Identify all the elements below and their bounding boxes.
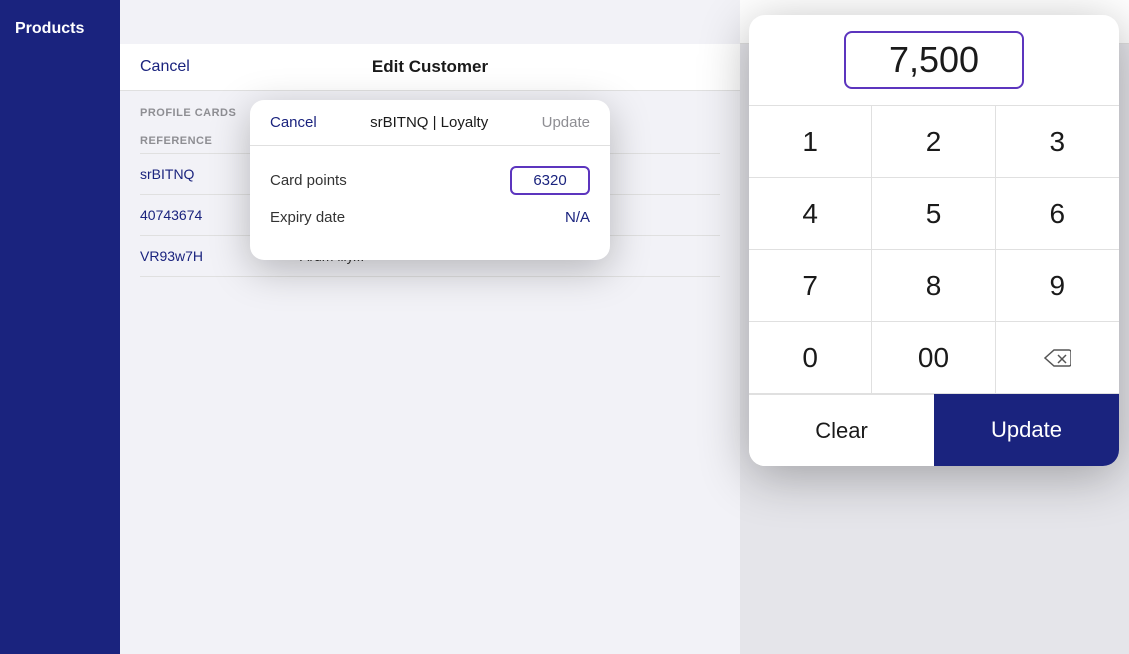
edit-customer-header: Cancel Edit Customer bbox=[120, 44, 740, 91]
numpad: 7,500 1 2 3 4 5 6 7 8 9 0 00 Clear Updat… bbox=[749, 15, 1119, 466]
numpad-current-value: 7,500 bbox=[844, 31, 1024, 89]
numpad-clear-button[interactable]: Clear bbox=[749, 394, 934, 466]
card-points-row: Card points 6320 bbox=[270, 166, 590, 195]
numpad-key-1[interactable]: 1 bbox=[749, 106, 872, 178]
edit-customer-cancel-button[interactable]: Cancel bbox=[140, 58, 190, 76]
numpad-actions: Clear Update bbox=[749, 394, 1119, 466]
loyalty-cancel-button[interactable]: Cancel bbox=[270, 114, 317, 131]
numpad-key-8[interactable]: 8 bbox=[872, 250, 995, 322]
numpad-keys: 1 2 3 4 5 6 7 8 9 0 00 bbox=[749, 106, 1119, 394]
numpad-key-7[interactable]: 7 bbox=[749, 250, 872, 322]
expiry-date-row: Expiry date N/A bbox=[270, 209, 590, 226]
col-reference-header: REFERENCE bbox=[140, 135, 260, 147]
row-ref-2: 40743674 bbox=[140, 207, 260, 223]
edit-customer-title: Edit Customer bbox=[372, 57, 488, 77]
loyalty-update-button[interactable]: Update bbox=[542, 114, 590, 131]
expiry-date-label: Expiry date bbox=[270, 209, 345, 226]
loyalty-modal-header: Cancel srBITNQ | Loyalty Update bbox=[250, 100, 610, 146]
sidebar-products-label: Products bbox=[15, 20, 84, 38]
numpad-key-4[interactable]: 4 bbox=[749, 178, 872, 250]
numpad-update-button[interactable]: Update bbox=[934, 394, 1119, 466]
row-ref-3: VR93w7H bbox=[140, 248, 260, 264]
row-ref-1: srBITNQ bbox=[140, 166, 260, 182]
card-points-label: Card points bbox=[270, 172, 347, 189]
sidebar: Products bbox=[0, 0, 120, 654]
card-points-value[interactable]: 6320 bbox=[510, 166, 590, 195]
loyalty-modal-title: srBITNQ | Loyalty bbox=[370, 114, 488, 131]
loyalty-modal-body: Card points 6320 Expiry date N/A bbox=[250, 146, 610, 260]
numpad-backspace-button[interactable] bbox=[996, 322, 1119, 394]
edit-customer-panel: Cancel Edit Customer PROFILE CARDS REFER… bbox=[120, 0, 740, 654]
expiry-date-value: N/A bbox=[565, 209, 590, 226]
numpad-key-2[interactable]: 2 bbox=[872, 106, 995, 178]
numpad-key-3[interactable]: 3 bbox=[996, 106, 1119, 178]
numpad-key-9[interactable]: 9 bbox=[996, 250, 1119, 322]
numpad-display: 7,500 bbox=[749, 15, 1119, 106]
numpad-key-6[interactable]: 6 bbox=[996, 178, 1119, 250]
numpad-key-0[interactable]: 0 bbox=[749, 322, 872, 394]
numpad-key-5[interactable]: 5 bbox=[872, 178, 995, 250]
loyalty-modal: Cancel srBITNQ | Loyalty Update Card poi… bbox=[250, 100, 610, 260]
numpad-key-00[interactable]: 00 bbox=[872, 322, 995, 394]
